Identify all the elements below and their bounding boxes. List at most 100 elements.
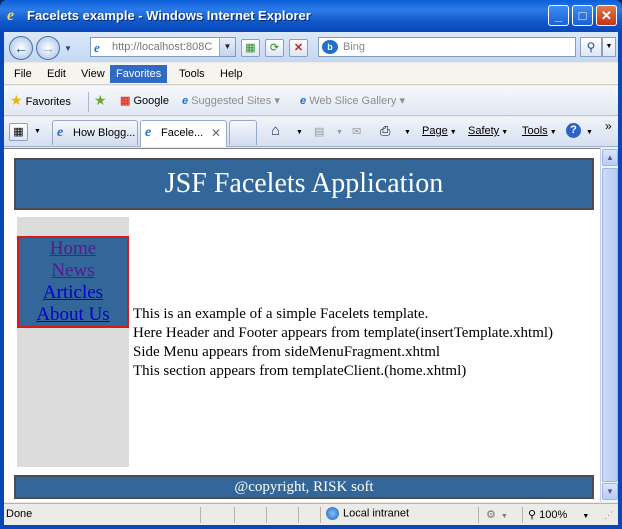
new-tab-button[interactable] [229, 120, 257, 145]
help-dropdown-icon[interactable]: ▼ [584, 125, 593, 137]
compatibility-view-icon[interactable]: ▦ [241, 39, 260, 57]
vertical-scrollbar[interactable]: ▲ ▼ [600, 148, 618, 502]
menu-bar: File Edit View Favorites Tools Help [4, 63, 618, 85]
page-icon: e [94, 40, 100, 55]
menu-tools[interactable]: Tools [173, 65, 211, 83]
favorite-link-web-slice-gallery-label: Web Slice Gallery ▾ [309, 95, 405, 107]
title-bar[interactable]: e Facelets example - Windows Internet Ex… [0, 0, 622, 32]
address-dropdown-icon[interactable]: ▼ [219, 38, 235, 56]
ie-page-icon: e [182, 95, 189, 107]
menu-help[interactable]: Help [214, 65, 249, 83]
status-divider [200, 507, 201, 523]
status-text: Done [6, 508, 33, 520]
status-divider [298, 507, 299, 523]
history-dropdown-icon[interactable]: ▼ [64, 44, 72, 53]
side-menu-link-articles[interactable]: Articles [19, 282, 127, 304]
protected-mode-icon[interactable]: ⚙ ▼ [486, 508, 508, 521]
feeds-dropdown-icon[interactable]: ▼ [334, 125, 343, 137]
help-icon[interactable]: ? [566, 123, 581, 138]
safety-menu[interactable]: Safety ▼ [468, 125, 508, 137]
address-bar[interactable]: e http://localhost:808C ▼ [90, 37, 236, 57]
google-icon: ▦ [120, 95, 131, 107]
stop-icon[interactable]: ✕ [289, 39, 308, 57]
resize-grip-icon[interactable]: ⋰ [604, 510, 613, 521]
safety-menu-label: Safety [468, 125, 500, 137]
side-menu-link-about-us[interactable]: About Us [19, 304, 127, 326]
security-zone[interactable]: Local intranet [326, 507, 409, 520]
close-button[interactable]: ✕ [596, 5, 617, 26]
print-dropdown-icon[interactable]: ▼ [402, 125, 411, 137]
read-mail-icon[interactable]: ✉ [352, 125, 361, 138]
status-divider [478, 507, 479, 523]
menu-edit[interactable]: Edit [41, 65, 72, 83]
search-icon[interactable]: ⚲ [580, 37, 602, 57]
tab-bar: ▦ ▼ e How Blogg... e Facele... ✕ ⌂ ▼ ▤ ▼… [4, 117, 618, 147]
content-line: Side Menu appears from sideMenuFragment.… [133, 344, 441, 360]
home-dropdown-icon[interactable]: ▼ [294, 125, 303, 137]
search-box[interactable]: b Bing [318, 37, 576, 57]
side-menu-link-home[interactable]: Home [19, 238, 127, 260]
address-toolbar: ← → ▼ e http://localhost:808C ▼ ▦ ⟳ ✕ b … [4, 32, 618, 62]
security-zone-label: Local intranet [343, 507, 410, 520]
tab-label: How Blogg... [73, 127, 136, 139]
status-divider [522, 507, 523, 523]
favorite-link-google-label: Google [133, 95, 169, 107]
zoom-control[interactable]: ⚲ 100% ▼ [528, 508, 589, 521]
page-footer: @copyright, RISK soft [14, 475, 594, 499]
favorite-link-suggested-sites[interactable]: e Suggested Sites ▾ [182, 94, 280, 107]
menu-file[interactable]: File [8, 65, 38, 83]
menu-favorites[interactable]: Favorites [110, 65, 168, 83]
scrollbar-thumb[interactable] [602, 168, 618, 482]
tools-menu-label: Tools [522, 125, 548, 137]
scroll-up-icon[interactable]: ▲ [602, 149, 618, 166]
menu-view[interactable]: View [75, 65, 111, 83]
print-icon[interactable]: ⎙ [380, 123, 390, 139]
side-menu-link-news[interactable]: News [19, 260, 127, 282]
status-divider [234, 507, 235, 523]
ie-page-icon: e [145, 125, 152, 140]
tools-menu[interactable]: Tools ▼ [522, 125, 557, 137]
tab-label: Facele... [161, 127, 204, 139]
feeds-icon[interactable]: ▤ [314, 125, 324, 138]
side-menu: Home News Articles About Us [17, 236, 129, 328]
home-icon[interactable]: ⌂ [271, 122, 280, 139]
intranet-globe-icon [326, 507, 339, 520]
refresh-icon[interactable]: ⟳ [265, 39, 284, 57]
back-button[interactable]: ← [9, 36, 33, 60]
ie-page-icon: e [57, 125, 64, 140]
forward-button[interactable]: → [36, 36, 60, 60]
scroll-down-icon[interactable]: ▼ [602, 483, 618, 500]
zoom-dropdown-icon[interactable]: ▼ [582, 513, 589, 520]
tab-list-dropdown-icon[interactable]: ▼ [34, 128, 41, 135]
favorites-star-icon: ★ [10, 92, 23, 108]
content-line: This is an example of a simple Facelets … [133, 306, 429, 322]
favorites-label: Favorites [25, 96, 71, 108]
tab-how-blogg[interactable]: e How Blogg... [52, 120, 138, 145]
status-bar: Done Local intranet ⚙ ▼ ⚲ 100% ▼ ⋰ [4, 503, 618, 525]
favorite-link-suggested-sites-label: Suggested Sites ▾ [191, 95, 280, 107]
tab-facelets[interactable]: e Facele... ✕ [140, 120, 227, 147]
page-main-content: This is an example of a simple Facelets … [133, 305, 593, 381]
favorite-link-google[interactable]: ▦ Google [120, 94, 169, 107]
maximize-button[interactable]: □ [572, 5, 593, 26]
minimize-button[interactable]: _ [548, 5, 569, 26]
address-url[interactable]: http://localhost:808C [112, 41, 218, 53]
zoom-level: 100% [539, 509, 568, 521]
content-line: This section appears from templateClient… [133, 363, 467, 379]
search-placeholder: Bing [343, 41, 366, 53]
search-options-dropdown-icon[interactable]: ▼ [602, 37, 616, 57]
zoom-icon: ⚲ [528, 509, 537, 521]
content-line: Here Header and Footer appears from temp… [133, 325, 554, 341]
page-menu-label: Page [422, 125, 448, 137]
more-commands-icon[interactable]: » [605, 119, 612, 133]
quick-tabs-icon[interactable]: ▦ [9, 123, 28, 141]
favorites-button[interactable]: ★ Favorites [10, 92, 71, 109]
web-slice-icon: e [300, 95, 307, 107]
close-tab-icon[interactable]: ✕ [211, 126, 221, 140]
favorites-bar: ★ Favorites ★ ▦ Google e Suggested Sites… [4, 86, 618, 116]
add-to-favorites-icon[interactable]: ★ [94, 92, 107, 109]
page-menu[interactable]: Page ▼ [422, 125, 457, 137]
favorite-link-web-slice-gallery[interactable]: e Web Slice Gallery ▾ [300, 94, 405, 107]
status-divider [266, 507, 267, 523]
page-header: JSF Facelets Application [14, 158, 594, 210]
